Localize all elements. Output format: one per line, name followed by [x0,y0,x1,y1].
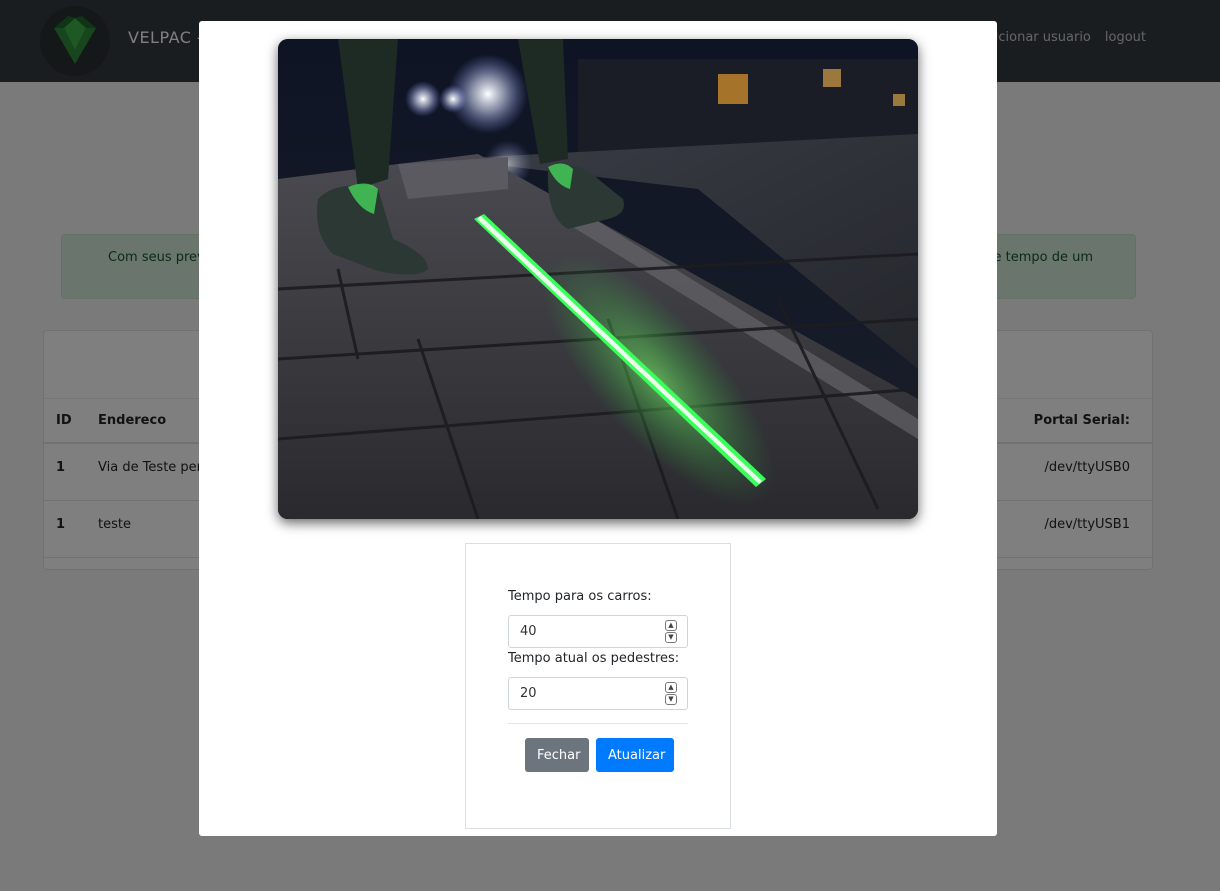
form-divider [508,723,688,724]
edit-timing-modal: Tempo para os carros: 40 ▲ ▼ Tempo atual… [199,21,997,836]
close-button[interactable]: Fechar [525,738,589,772]
car-time-label: Tempo para os carros: [508,589,652,604]
spin-down-icon[interactable]: ▼ [665,694,677,705]
pedestrian-time-value: 20 [520,686,537,701]
timing-form: Tempo para os carros: 40 ▲ ▼ Tempo atual… [465,543,731,829]
car-time-input[interactable]: 40 ▲ ▼ [508,615,688,648]
crossing-photo [278,39,918,519]
spin-up-icon[interactable]: ▲ [665,620,677,631]
update-button[interactable]: Atualizar [596,738,674,772]
car-time-value: 40 [520,624,537,639]
pedestrian-time-label: Tempo atual os pedestres: [508,651,680,666]
pedestrian-time-spinner[interactable]: ▲ ▼ [665,682,677,706]
car-time-spinner[interactable]: ▲ ▼ [665,620,677,644]
spin-up-icon[interactable]: ▲ [665,682,677,693]
pedestrian-time-input[interactable]: 20 ▲ ▼ [508,677,688,710]
spin-down-icon[interactable]: ▼ [665,632,677,643]
